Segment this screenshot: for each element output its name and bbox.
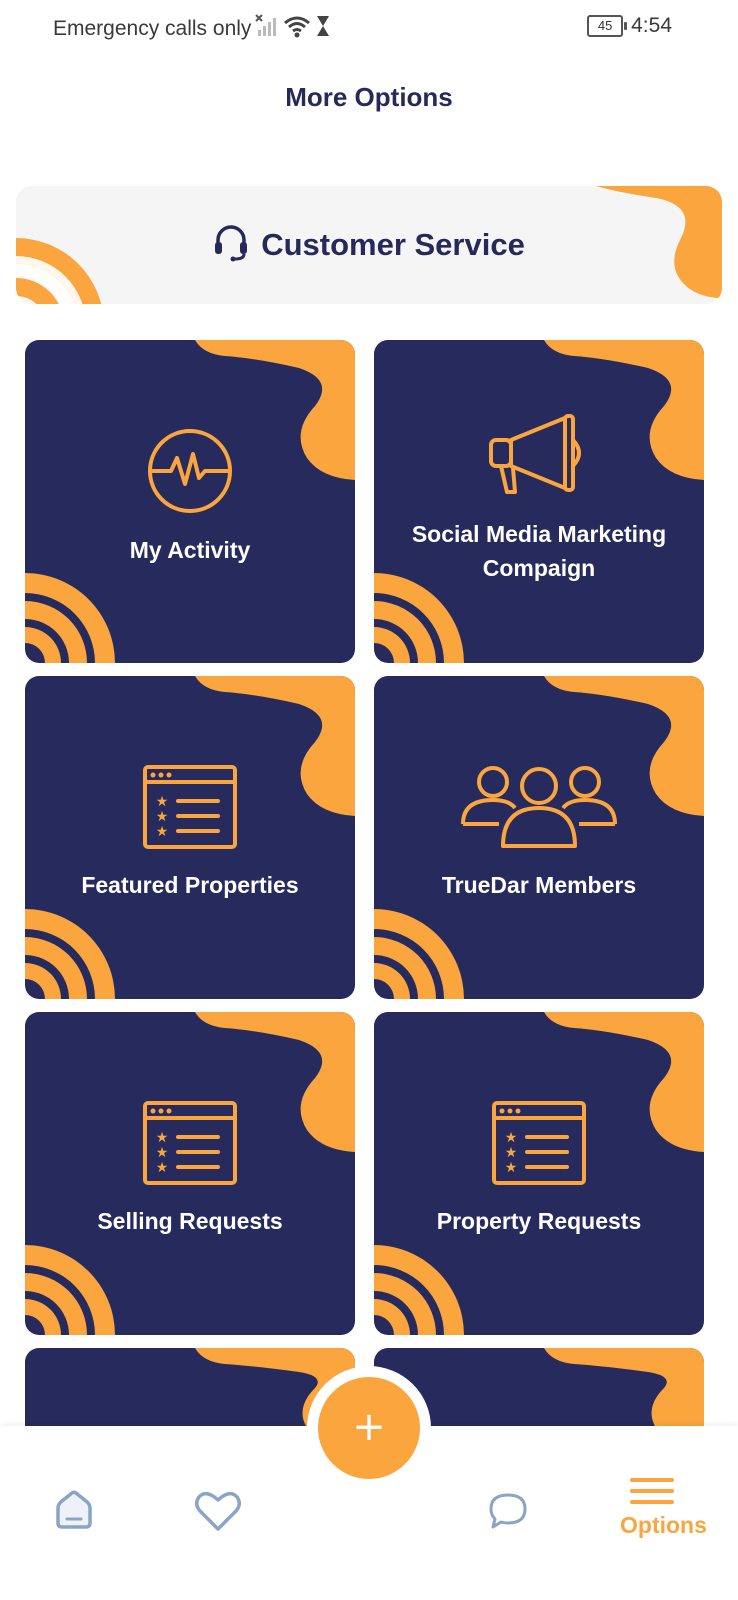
card-label: Property Requests [436, 1208, 642, 1234]
nav-options-label[interactable]: Options [620, 1512, 707, 1539]
card-label: My Activity [129, 537, 251, 563]
status-left: Emergency calls only [53, 14, 331, 44]
page-title: More Options [285, 82, 453, 112]
no-signal-icon [255, 14, 279, 44]
chat-icon[interactable] [488, 1492, 528, 1535]
card-social-media-marketing[interactable]: Social Media Marketing Compaign [374, 340, 704, 663]
svg-text:★: ★ [156, 794, 169, 810]
starred-list-icon: ★ ★ ★ [25, 764, 355, 850]
menu-icon[interactable] [630, 1476, 674, 1513]
headset-icon [213, 224, 249, 267]
status-right: 45 4:54 [587, 14, 672, 38]
card-decoration-bottom [374, 909, 464, 999]
clock: 4:54 [631, 14, 672, 37]
card-truedar-members[interactable]: TrueDar Members [374, 676, 704, 999]
starred-list-icon: ★ ★ ★ [25, 1100, 355, 1186]
card-decoration-bottom [25, 573, 115, 663]
svg-text:★: ★ [156, 1130, 169, 1146]
svg-text:★: ★ [156, 1160, 169, 1176]
svg-text:★: ★ [156, 809, 169, 825]
wifi-icon [283, 14, 311, 44]
card-decoration-bottom [374, 1245, 464, 1335]
card-featured-properties[interactable]: ★ ★ ★ Featured Properties [25, 676, 355, 999]
svg-text:★: ★ [505, 1130, 518, 1146]
card-label: TrueDar Members [441, 872, 637, 898]
heart-icon[interactable] [194, 1490, 242, 1537]
card-label: Selling Requests [97, 1208, 283, 1234]
card-decoration-bottom [374, 573, 464, 663]
megaphone-icon [374, 412, 704, 496]
card-selling-requests[interactable]: ★ ★ ★ Selling Requests [25, 1012, 355, 1335]
status-bar: Emergency calls only 45 4:54 [0, 0, 738, 52]
battery-icon: 45 [587, 15, 628, 37]
customer-service-label: Customer Service [261, 227, 525, 262]
card-label: Featured Properties [81, 872, 299, 898]
hourglass-icon [315, 14, 331, 44]
card-decoration-bottom [25, 1245, 115, 1335]
card-property-requests[interactable]: ★ ★ ★ Property Requests [374, 1012, 704, 1335]
card-label: Social Media Marketing Compaign [411, 521, 667, 581]
carrier-text: Emergency calls only [53, 17, 252, 40]
svg-text:★: ★ [156, 824, 169, 840]
starred-list-icon: ★ ★ ★ [374, 1100, 704, 1186]
home-icon[interactable] [54, 1490, 94, 1535]
svg-text:★: ★ [505, 1145, 518, 1161]
customer-service-banner[interactable]: Customer Service [16, 186, 722, 304]
card-decoration-bottom [25, 909, 115, 999]
activity-pulse-icon [25, 426, 355, 516]
card-my-activity[interactable]: My Activity [25, 340, 355, 663]
add-button[interactable]: + [318, 1377, 420, 1479]
svg-text:★: ★ [505, 1160, 518, 1176]
svg-text:★: ★ [156, 1145, 169, 1161]
members-group-icon [374, 764, 704, 850]
